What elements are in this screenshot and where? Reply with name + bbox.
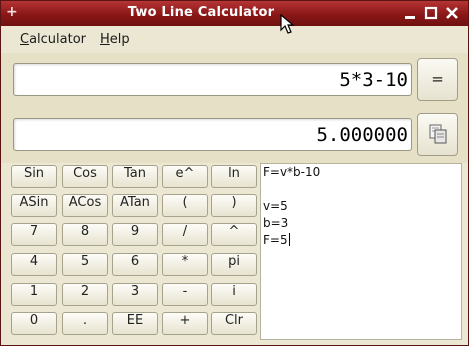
key-sin[interactable]: Sin: [11, 165, 57, 188]
key-plus[interactable]: +: [162, 312, 208, 335]
key-5[interactable]: 5: [62, 253, 108, 276]
key-i[interactable]: i: [211, 283, 257, 306]
copy-icon: [429, 124, 447, 144]
menu-help[interactable]: Help: [100, 32, 130, 47]
key-multiply[interactable]: *: [162, 253, 208, 276]
notes-line: F=5: [263, 233, 290, 247]
calculator-window: + Two Line Calculator Calculator Help 5*…: [0, 0, 469, 346]
minimize-icon: [405, 16, 415, 19]
expression-input[interactable]: 5*3-10: [13, 63, 412, 96]
notes-line: F=v*b-10: [263, 165, 321, 179]
key-6[interactable]: 6: [112, 253, 158, 276]
key-power[interactable]: ^: [211, 223, 257, 246]
key-ln[interactable]: ln: [211, 165, 257, 188]
key-cos[interactable]: Cos: [62, 165, 108, 188]
variables-textarea[interactable]: F=v*b-10 v=5 b=3 F=5: [260, 163, 462, 340]
maximize-icon: [424, 6, 438, 20]
maximize-button[interactable]: [422, 4, 440, 22]
key-tan[interactable]: Tan: [112, 165, 158, 188]
close-button[interactable]: [443, 4, 461, 22]
key-0[interactable]: 0: [11, 312, 57, 335]
key-7[interactable]: 7: [11, 223, 57, 246]
key-4[interactable]: 4: [11, 253, 57, 276]
title-bar[interactable]: + Two Line Calculator: [1, 1, 468, 26]
key-close-paren[interactable]: ): [211, 194, 257, 217]
keypad: Sin Cos Tan e^ ln ASin ACos ATan() 7 8 9/^ 4 5 6 * pi 1 2…: [11, 165, 260, 341]
minimize-button[interactable]: [401, 4, 419, 22]
notes-line: v=5: [263, 199, 288, 213]
key-asin[interactable]: ASin: [11, 194, 57, 217]
key-ee[interactable]: EE: [112, 312, 158, 335]
key-atan[interactable]: ATan: [112, 194, 158, 217]
menu-calculator-mnemonic: C: [20, 32, 30, 47]
key-8[interactable]: 8: [62, 223, 108, 246]
window-title: Two Line Calculator: [127, 5, 275, 20]
key-9[interactable]: 9: [112, 223, 158, 246]
key-e[interactable]: e^: [162, 165, 208, 188]
key-divide[interactable]: /: [162, 223, 208, 246]
key-acos[interactable]: ACos: [62, 194, 108, 217]
display-area: 5*3-10 = 5.000000: [1, 53, 468, 163]
key-2[interactable]: 2: [62, 283, 108, 306]
close-icon: [446, 7, 458, 19]
result-display[interactable]: 5.000000: [13, 118, 412, 151]
copy-button[interactable]: [417, 113, 458, 156]
menu-help-label: elp: [109, 32, 130, 47]
notes-line: b=3: [263, 216, 289, 230]
expression-text: 5*3-10: [339, 69, 408, 91]
key-clr[interactable]: Clr: [211, 312, 257, 335]
menu-help-mnemonic: H: [100, 32, 110, 47]
equals-button[interactable]: =: [417, 58, 458, 101]
mouse-pointer-icon: [280, 14, 295, 34]
menu-calculator-label: alculator: [29, 32, 87, 47]
key-open-paren[interactable]: (: [162, 194, 208, 217]
key-1[interactable]: 1: [11, 283, 57, 306]
menu-bar: Calculator Help: [1, 26, 468, 53]
menu-calculator[interactable]: Calculator: [20, 32, 86, 47]
key-decimal[interactable]: .: [62, 312, 108, 335]
text-caret: [288, 233, 290, 246]
key-3[interactable]: 3: [112, 283, 158, 306]
key-minus[interactable]: -: [162, 283, 208, 306]
result-text: 5.000000: [316, 124, 408, 146]
key-pi[interactable]: pi: [211, 253, 257, 276]
